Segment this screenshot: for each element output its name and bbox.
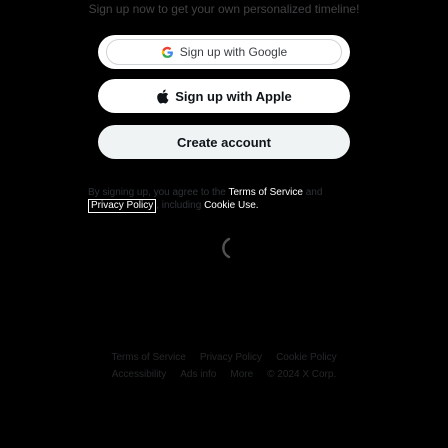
footer-cookie-link[interactable]: Cookie Policy	[276, 352, 337, 363]
legal-notice: By signing up, you agree to the Terms of…	[88, 186, 358, 213]
signup-prompt: Sign up now to get your own personalized…	[88, 2, 360, 16]
legal-suffix: , including	[156, 200, 205, 211]
footer-terms-link[interactable]: Terms of Service	[111, 352, 185, 363]
footer-more-link[interactable]: More	[230, 369, 253, 380]
footer-accessibility-link[interactable]: Accessibility	[112, 369, 166, 380]
apple-icon	[157, 88, 169, 104]
cookie-use-link[interactable]: Cookie Use.	[204, 200, 258, 211]
footer-copyright: © 2024 X Corp.	[267, 369, 337, 380]
footer-privacy-link[interactable]: Privacy Policy	[200, 352, 262, 363]
google-button-label: Sign up with Google	[179, 45, 288, 59]
terms-link[interactable]: Terms of Service	[228, 187, 302, 198]
create-account-label: Create account	[177, 134, 271, 150]
google-icon	[161, 46, 173, 58]
loading-spinner-icon	[215, 236, 233, 260]
sign-up-apple-button[interactable]: Sign up with Apple	[98, 79, 350, 113]
legal-prefix: By signing up, you agree to the	[88, 187, 229, 198]
footer: Terms of Service Privacy Policy Cookie P…	[0, 352, 448, 386]
privacy-policy-link[interactable]: Privacy Policy	[88, 199, 157, 213]
apple-button-label: Sign up with Apple	[175, 88, 292, 104]
create-account-button[interactable]: Create account	[98, 125, 350, 159]
sign-up-google-button[interactable]: Sign up with Google	[98, 35, 350, 69]
legal-and: and	[302, 187, 323, 198]
footer-ads-info-link[interactable]: Ads info	[180, 369, 216, 380]
